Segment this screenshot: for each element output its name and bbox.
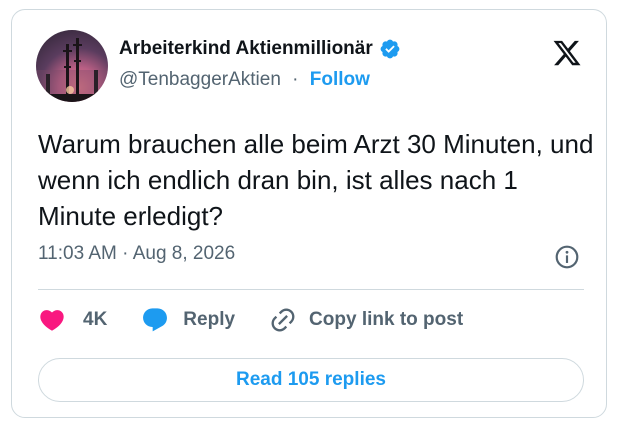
info-icon[interactable] xyxy=(554,244,580,270)
like-button[interactable]: 4K xyxy=(38,306,107,334)
author-display-name[interactable]: Arbeiterkind Aktienmillionär xyxy=(119,38,373,60)
tweet-text: Warum brauchen alle beim Arzt 30 Minuten… xyxy=(38,129,594,231)
handle-separator: · xyxy=(292,69,299,90)
like-count: 4K xyxy=(83,309,108,330)
author-name-row: Arbeiterkind Aktienmillionär xyxy=(119,37,401,61)
divider xyxy=(38,289,584,290)
tweet-card: Arbeiterkind Aktienmillionär @TenbaggerA… xyxy=(11,9,607,418)
read-replies-button[interactable]: Read 105 replies xyxy=(38,358,584,402)
author-handle[interactable]: @TenbaggerAktien xyxy=(119,69,281,90)
follow-button[interactable]: Follow xyxy=(310,69,370,90)
avatar-image xyxy=(36,38,108,102)
copy-link-button[interactable]: Copy link to post xyxy=(269,306,463,334)
author-avatar[interactable] xyxy=(36,30,108,102)
action-bar: 4K Reply Copy link to post xyxy=(38,302,497,338)
heart-icon xyxy=(40,310,64,331)
reply-button[interactable]: Reply xyxy=(141,306,235,334)
copy-link-label: Copy link to post xyxy=(309,309,464,330)
verified-badge-icon xyxy=(380,39,400,59)
speech-bubble-icon xyxy=(143,308,168,332)
tweet-timestamp[interactable]: 11:03 AM · Aug 8, 2026 xyxy=(38,243,235,265)
reply-label: Reply xyxy=(183,309,236,330)
link-icon xyxy=(271,308,295,332)
author-handle-row: @TenbaggerAktien · Follow xyxy=(119,69,370,91)
x-logo-icon[interactable] xyxy=(551,38,583,68)
